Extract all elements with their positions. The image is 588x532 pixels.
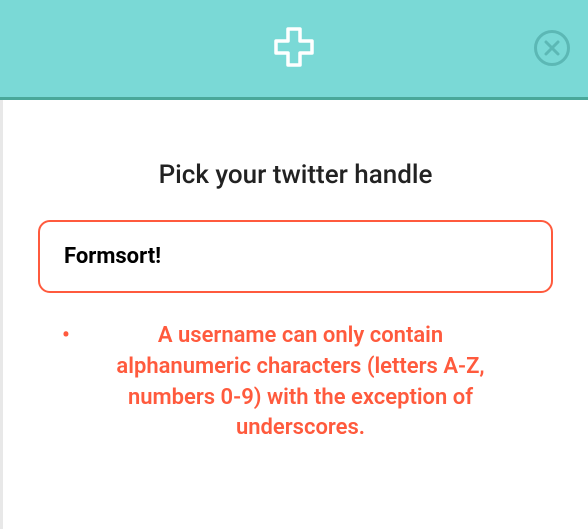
form-prompt: Pick your twitter handle	[38, 160, 553, 190]
error-message: A username can only contain alphanumeric…	[88, 321, 513, 444]
error-list: A username can only contain alphanumeric…	[38, 321, 553, 444]
close-button[interactable]	[534, 30, 570, 66]
twitter-handle-input[interactable]	[38, 220, 553, 293]
form-content: Pick your twitter handle A username can …	[0, 100, 588, 529]
header	[0, 0, 588, 100]
logo-icon	[270, 23, 318, 75]
